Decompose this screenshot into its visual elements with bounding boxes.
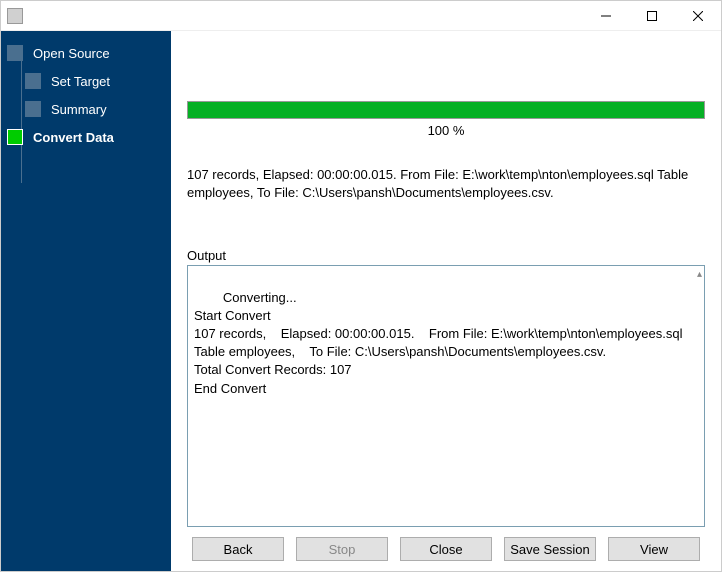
minimize-icon: [601, 11, 611, 21]
progress-label: 100 %: [187, 123, 705, 138]
step-box-icon: [7, 45, 23, 61]
maximize-icon: [647, 11, 657, 21]
close-icon: [693, 11, 703, 21]
progress-fill: [188, 102, 704, 118]
button-row: Back Stop Close Save Session View: [187, 537, 705, 561]
step-box-icon: [7, 129, 23, 145]
step-box-icon: [25, 73, 41, 89]
sidebar-item-convert-data[interactable]: Convert Data: [7, 129, 165, 145]
sidebar-item-label: Convert Data: [33, 130, 114, 145]
sidebar-item-label: Summary: [51, 102, 107, 117]
step-box-icon: [25, 101, 41, 117]
stop-button: Stop: [296, 537, 388, 561]
sidebar-item-summary[interactable]: Summary: [25, 101, 165, 117]
sidebar-item-label: Set Target: [51, 74, 110, 89]
app-icon: [7, 8, 23, 24]
progress-bar: [187, 101, 705, 119]
sidebar-item-open-source[interactable]: Open Source: [7, 45, 165, 61]
app-window: Open Source Set Target Summary Convert D…: [0, 0, 722, 572]
status-text: 107 records, Elapsed: 00:00:00.015. From…: [187, 166, 705, 202]
sidebar-item-label: Open Source: [33, 46, 110, 61]
scroll-up-icon[interactable]: ▴: [697, 268, 702, 282]
save-session-button[interactable]: Save Session: [504, 537, 596, 561]
close-window-button[interactable]: [675, 1, 721, 31]
output-textarea[interactable]: Converting... Start Convert 107 records,…: [187, 265, 705, 527]
sidebar-item-set-target[interactable]: Set Target: [25, 73, 165, 89]
output-label: Output: [187, 248, 705, 263]
output-content: Converting... Start Convert 107 records,…: [194, 290, 686, 396]
back-button[interactable]: Back: [192, 537, 284, 561]
maximize-button[interactable]: [629, 1, 675, 31]
minimize-button[interactable]: [583, 1, 629, 31]
titlebar: [1, 1, 721, 31]
view-button[interactable]: View: [608, 537, 700, 561]
close-button[interactable]: Close: [400, 537, 492, 561]
main-panel: 100 % 107 records, Elapsed: 00:00:00.015…: [171, 31, 721, 571]
sidebar: Open Source Set Target Summary Convert D…: [1, 31, 171, 571]
